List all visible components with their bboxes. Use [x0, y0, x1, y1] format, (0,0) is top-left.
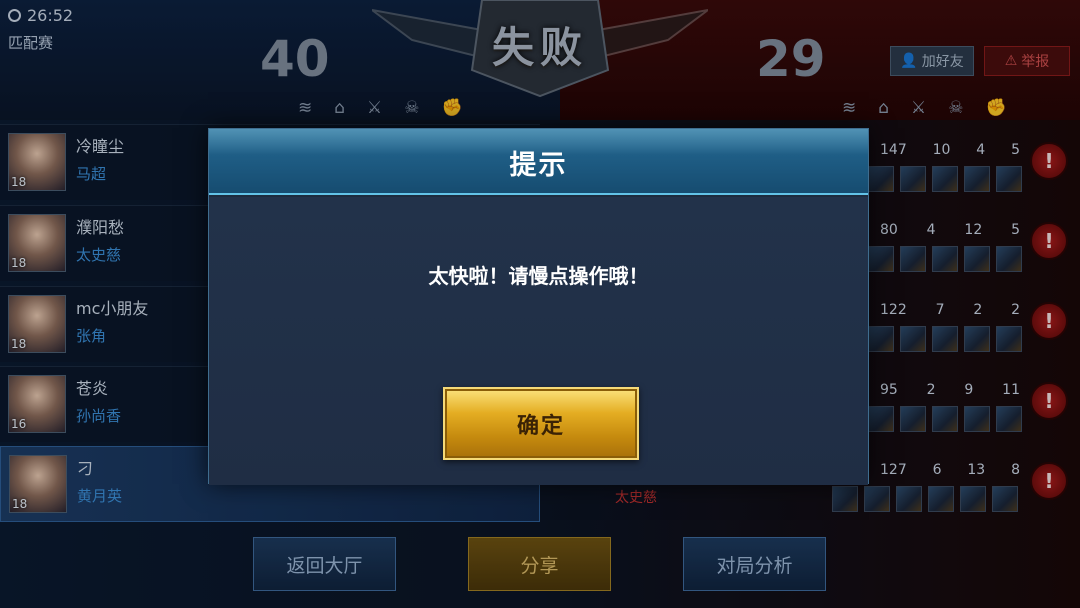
dialog-message: 太快啦！请慢点操作哦！ — [428, 264, 649, 288]
confirm-label: 确定 — [516, 413, 565, 439]
dialog-header: 提示 — [209, 129, 868, 195]
confirm-button[interactable]: 确定 — [443, 387, 639, 460]
dialog-title: 提示 — [509, 150, 568, 181]
notice-dialog: 提示 太快啦！请慢点操作哦！ 确定 — [208, 128, 869, 485]
